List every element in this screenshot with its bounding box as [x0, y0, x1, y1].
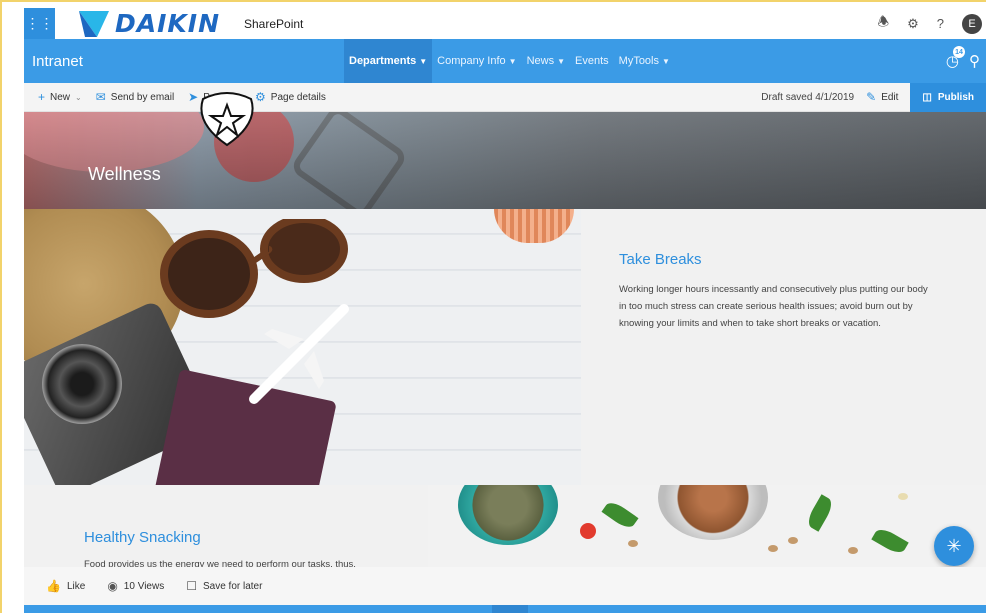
activity-icon[interactable]: ◷ 14	[946, 46, 965, 70]
avatar[interactable]: E	[962, 13, 982, 34]
chevron-down-icon: ▼	[508, 56, 517, 66]
like-label: Like	[66, 580, 86, 592]
publish-button[interactable]: ◫ Publish	[910, 82, 986, 112]
nav-label: Company Info	[437, 55, 506, 67]
nav-item-events[interactable]: Events	[570, 39, 614, 83]
views-count: ◉ 10 Views	[107, 579, 164, 593]
bell-icon[interactable]: 🕭	[877, 13, 889, 35]
nut	[768, 545, 778, 552]
nav-item-mytools[interactable]: MyTools ▼	[614, 39, 675, 83]
hero-overlay	[24, 112, 986, 209]
page-title: Wellness	[88, 164, 161, 184]
thumbs-up-icon: 👍	[46, 579, 61, 593]
header-actions: ◷ 14 ⚲	[946, 46, 986, 70]
leaf	[804, 494, 836, 532]
site-title[interactable]: Intranet	[32, 53, 344, 70]
help-icon[interactable]: ?	[937, 16, 944, 31]
nav-label: Events	[575, 55, 609, 67]
app-name: SharePoint	[244, 16, 304, 31]
command-bar: +New⌄ ✉Send by email ➤Promote ⚙Page deta…	[24, 82, 986, 112]
take-breaks-panel: Take Breaks Working longer hours incessa…	[581, 209, 986, 485]
page-footer: 👍 Like ◉ 10 Views ☐ Save for later	[24, 567, 986, 605]
chevron-down-icon: ▼	[557, 56, 566, 66]
notification-badge: 14	[953, 46, 965, 58]
views-label: 10 Views	[123, 580, 165, 592]
scroll-handle[interactable]	[492, 605, 528, 613]
nav-label: Departments	[349, 55, 417, 67]
camera-lens	[42, 344, 122, 424]
gear-icon[interactable]: ⚙	[907, 16, 919, 32]
nut-bowl	[658, 485, 768, 540]
new-label: New	[50, 91, 71, 103]
chevron-down-icon: ⌄	[75, 92, 82, 102]
eye-icon: ◉	[107, 579, 118, 593]
hero-banner: Wellness	[24, 112, 986, 209]
plus-icon: +	[38, 90, 46, 104]
leaf	[871, 525, 909, 557]
nut	[848, 547, 858, 554]
seashell-image	[494, 209, 574, 243]
chevron-down-icon: ▼	[662, 56, 670, 66]
sparkle-icon: ✳	[946, 535, 962, 556]
healthy-snacking-panel: Healthy Snacking Food provides us the en…	[24, 485, 428, 567]
chevron-down-icon: ▼	[419, 56, 428, 66]
leaf	[601, 498, 639, 532]
send-email-label: Send by email	[110, 91, 175, 103]
suite-actions: 🕭 ⚙ ? E	[877, 13, 986, 35]
bookmark-icon: ☐	[186, 579, 197, 593]
star-badge-icon	[200, 92, 254, 147]
search-icon[interactable]: ⚲	[969, 52, 980, 70]
section-text: Working longer hours incessantly and con…	[619, 284, 928, 329]
site-header: Intranet Departments ▼ Company Info ▼ News…	[24, 39, 986, 83]
nav-item-departments[interactable]: Departments ▼	[344, 39, 433, 83]
nut	[628, 540, 638, 547]
daikin-mark-icon	[79, 10, 109, 37]
nut	[788, 537, 798, 544]
suite-bar: ⋮⋮ DAIKIN SharePoint 🕭 ⚙ ? E	[24, 8, 986, 39]
section-heading: Take Breaks	[619, 251, 702, 268]
edit-label: Edit	[881, 91, 899, 103]
new-button[interactable]: + New ⌄	[38, 90, 82, 104]
pencil-icon: ✎	[866, 90, 877, 104]
nut	[898, 493, 908, 500]
save-label: Save for later	[202, 580, 263, 592]
waffle-icon[interactable]: ⋮⋮	[24, 8, 55, 39]
like-button[interactable]: 👍 Like	[46, 579, 85, 593]
food-image	[428, 485, 986, 567]
nav-label: MyTools	[618, 55, 659, 67]
nav-item-company-info[interactable]: Company Info ▼	[432, 39, 521, 83]
nav-label: News	[526, 55, 555, 67]
section-heading: Healthy Snacking	[84, 529, 201, 546]
tomato	[580, 523, 596, 539]
seed-bowl	[458, 485, 558, 545]
draft-status: Draft saved 4/1/2019	[761, 91, 855, 103]
page-details-label: Page details	[270, 91, 326, 103]
brand-name: DAIKIN	[115, 9, 220, 38]
send-by-email-button[interactable]: ✉ Send by email	[96, 90, 174, 104]
publish-icon: ◫	[922, 91, 932, 103]
save-for-later-button[interactable]: ☐ Save for later	[186, 579, 262, 593]
nav-item-news[interactable]: News ▼	[522, 39, 570, 83]
section-text: Food provides us the energy we need to p…	[84, 559, 356, 567]
mail-icon: ✉	[95, 90, 106, 104]
assistant-button[interactable]: ✳	[934, 526, 974, 566]
top-nav: Departments ▼ Company Info ▼ News ▼ Events …	[344, 39, 675, 83]
edit-button[interactable]: ✎ Edit	[866, 90, 898, 104]
airplane-icon	[249, 304, 349, 404]
travel-image	[24, 209, 581, 485]
publish-label: Publish	[937, 91, 974, 103]
brand-logo[interactable]: DAIKIN SharePoint	[75, 8, 303, 39]
page-details-button[interactable]: ⚙ Page details	[255, 90, 326, 104]
command-bar-right: Draft saved 4/1/2019 ✎ Edit ◫ Publish	[761, 82, 986, 112]
